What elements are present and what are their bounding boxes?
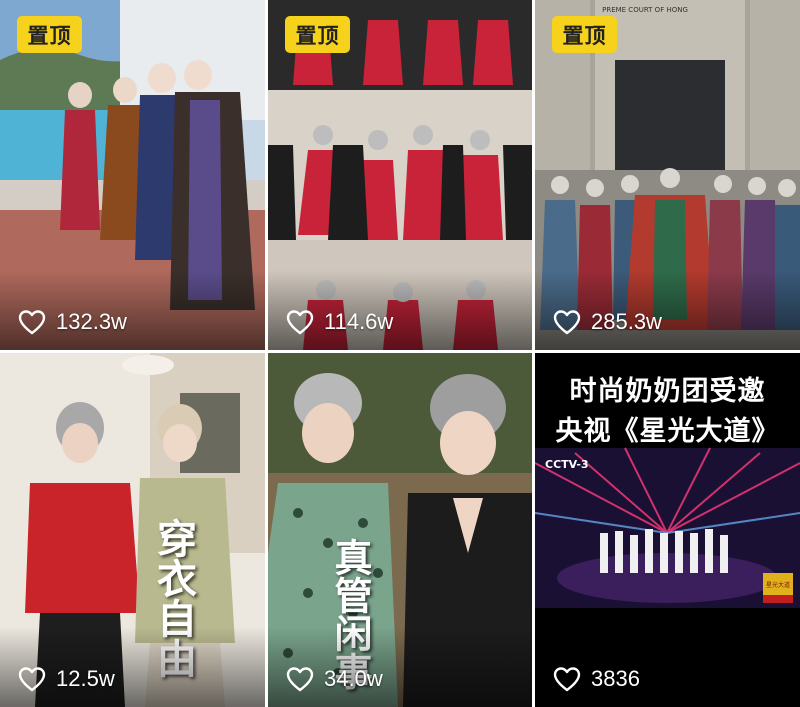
video-tile-1[interactable]: 置顶 132.3w xyxy=(0,0,265,350)
heart-outline-icon xyxy=(286,310,314,335)
video-tile-5[interactable]: 真管闲事 34.0w xyxy=(268,353,532,707)
like-count-value: 3836 xyxy=(591,666,640,691)
heart-outline-icon xyxy=(18,310,46,335)
pinned-badge: 置顶 xyxy=(285,16,350,53)
like-count-value: 34.0w xyxy=(324,666,383,691)
headline-line-2: 央视《星光大道》 xyxy=(555,416,780,447)
like-count: 114.6w xyxy=(286,309,393,335)
like-count: 285.3w xyxy=(553,309,662,335)
like-count-value: 132.3w xyxy=(56,309,127,334)
headline-line-1: 时尚奶奶团受邀 xyxy=(569,376,766,407)
like-count: 132.3w xyxy=(18,309,127,335)
building-sign: PREME COURT OF HONG xyxy=(602,6,688,14)
like-count: 3836 xyxy=(553,666,640,692)
like-count: 34.0w xyxy=(286,666,383,692)
video-tile-2[interactable]: 置顶 114.6w xyxy=(268,0,532,350)
video-grid: 置顶 132.3w 置顶 114.6w PREME COURT OF HONG … xyxy=(0,0,800,707)
heart-outline-icon xyxy=(553,310,581,335)
heart-outline-icon xyxy=(18,667,46,692)
like-count: 12.5w xyxy=(18,666,115,692)
heart-outline-icon xyxy=(286,667,314,692)
pinned-badge: 置顶 xyxy=(17,16,82,53)
pinned-badge: 置顶 xyxy=(552,16,617,53)
like-count-value: 114.6w xyxy=(324,309,394,334)
video-tile-6[interactable]: CCTV-3 星光大道 时尚奶奶团受邀 央视《星光大道》 3836 xyxy=(535,353,800,707)
like-count-value: 12.5w xyxy=(56,666,115,691)
video-tile-4[interactable]: 穿衣自由 12.5w xyxy=(0,353,265,707)
show-badge: 星光大道 xyxy=(766,581,790,589)
like-count-value: 285.3w xyxy=(591,309,662,334)
video-tile-3[interactable]: PREME COURT OF HONG 置顶 285.3w xyxy=(535,0,800,350)
heart-outline-icon xyxy=(553,667,581,692)
cctv-logo: CCTV-3 xyxy=(545,458,589,471)
